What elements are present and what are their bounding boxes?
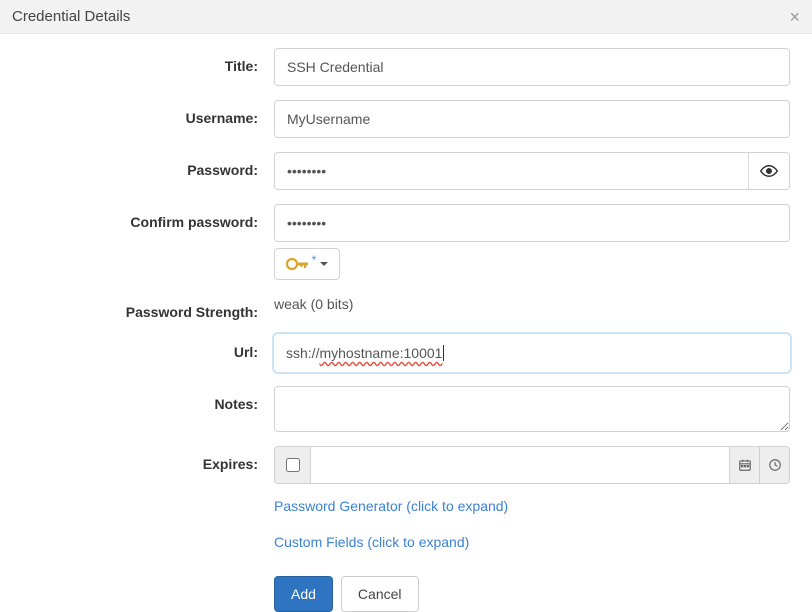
expires-checkbox[interactable]: [286, 458, 300, 472]
label-url: Url:: [0, 334, 274, 360]
password-strength-value: weak (0 bits): [274, 294, 790, 312]
expires-date-input[interactable]: [311, 447, 729, 483]
time-picker-button[interactable]: [759, 447, 789, 483]
label-password: Password:: [0, 152, 274, 178]
confirm-password-input[interactable]: [274, 204, 790, 242]
key-icon: [286, 257, 310, 271]
label-username: Username:: [0, 100, 274, 126]
toggle-password-visibility-button[interactable]: [748, 152, 790, 190]
dialog-title: Credential Details: [12, 8, 130, 25]
date-picker-button[interactable]: [729, 447, 759, 483]
required-indicator: *: [312, 253, 317, 267]
label-title: Title:: [0, 48, 274, 74]
add-button[interactable]: Add: [274, 576, 333, 612]
label-confirm: Confirm password:: [0, 204, 274, 230]
url-input[interactable]: ssh://myhostname:10001: [274, 334, 790, 372]
label-notes: Notes:: [0, 386, 274, 412]
url-text-prefix: ssh://: [286, 345, 319, 361]
custom-fields-expand[interactable]: Custom Fields (click to expand): [274, 534, 790, 550]
text-cursor: [443, 345, 444, 361]
clock-icon: [768, 458, 782, 472]
title-input[interactable]: [274, 48, 790, 86]
calendar-icon: [738, 458, 752, 472]
notes-textarea[interactable]: [274, 386, 790, 432]
password-input[interactable]: [274, 152, 748, 190]
label-strength: Password Strength:: [0, 294, 274, 320]
cancel-button[interactable]: Cancel: [341, 576, 419, 612]
url-text-host: myhostname:10001: [319, 345, 442, 361]
password-generator-expand[interactable]: Password Generator (click to expand): [274, 498, 790, 514]
key-dropdown-button[interactable]: *: [274, 248, 340, 280]
eye-icon: [760, 162, 778, 180]
close-icon[interactable]: ×: [789, 8, 800, 26]
label-expires: Expires:: [0, 446, 274, 472]
dialog-header: Credential Details ×: [0, 0, 812, 34]
username-input[interactable]: [274, 100, 790, 138]
chevron-down-icon: [320, 262, 328, 266]
